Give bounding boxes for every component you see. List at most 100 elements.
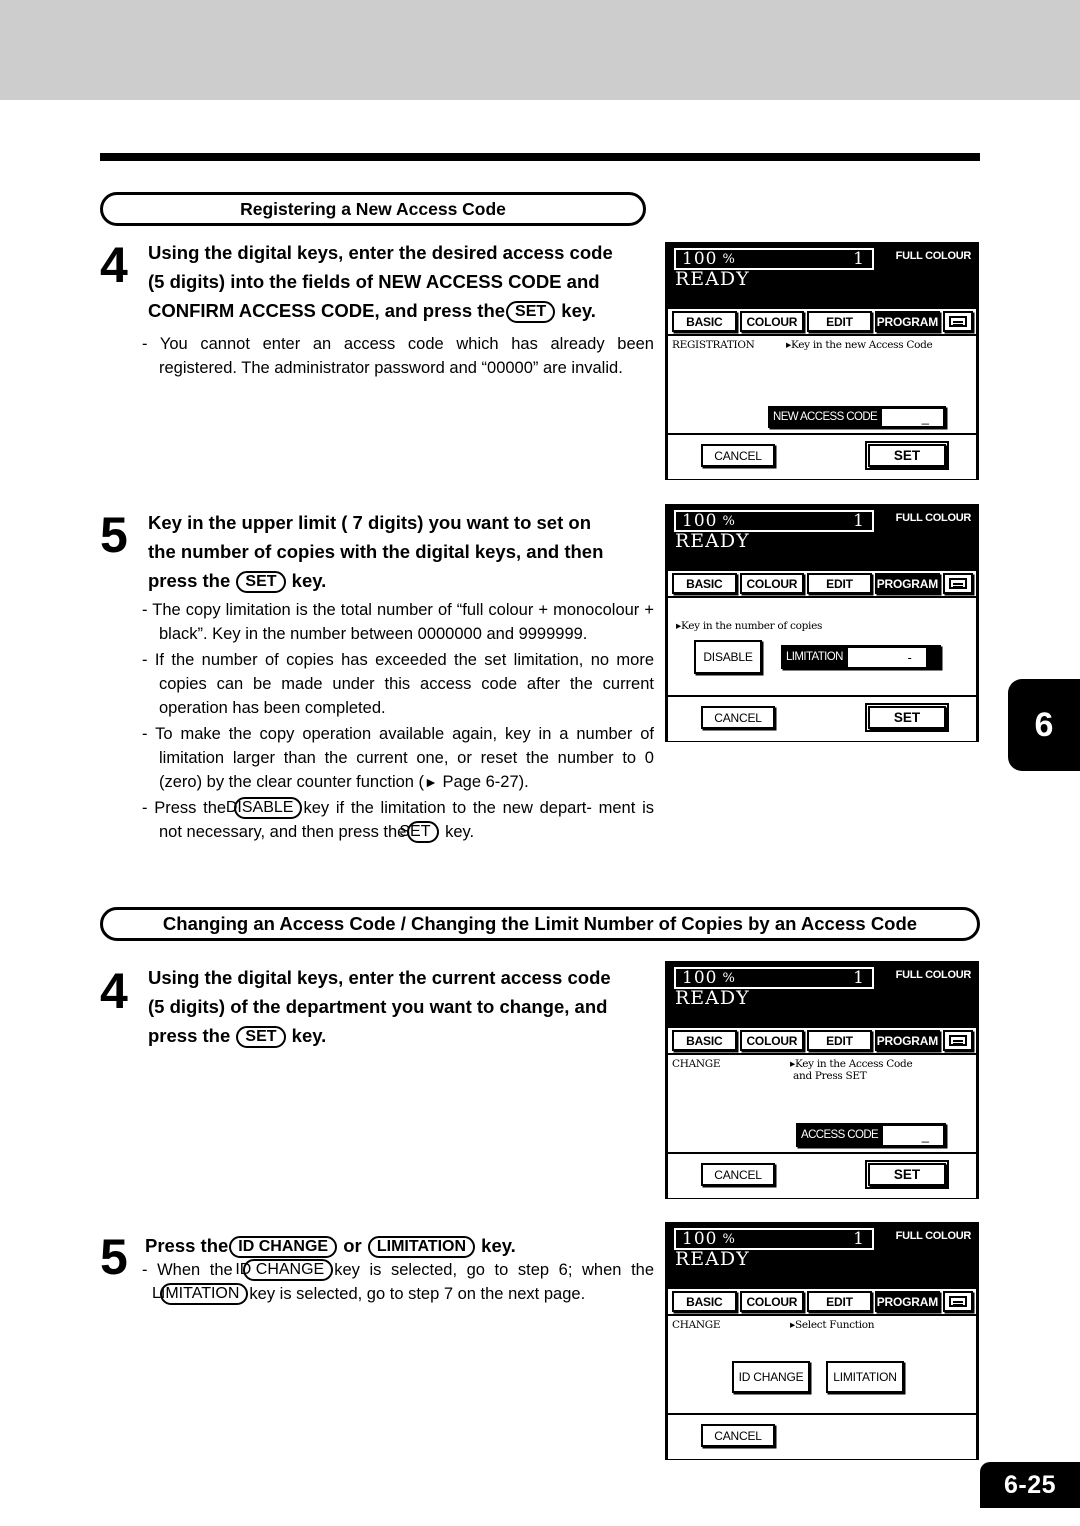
- field-new-access-code[interactable]: NEW ACCESS CODE _: [768, 406, 946, 428]
- step-5a-heading-line3-post: key.: [291, 570, 327, 591]
- field-limitation[interactable]: LIMITATION -: [781, 645, 941, 669]
- bullet-disable-post: key.: [445, 823, 475, 841]
- control-panel-icon: [949, 1035, 968, 1046]
- cancel-button[interactable]: CANCEL: [701, 444, 775, 467]
- step-5a-heading-line3-pre: press the: [148, 570, 231, 591]
- step-5b-body: - When the ID CHANGE key is selected, go …: [142, 1258, 654, 1308]
- bullet-pre: - When the: [142, 1261, 233, 1279]
- cancel-button[interactable]: CANCEL: [701, 1163, 775, 1186]
- set-button[interactable]: SET: [865, 1160, 949, 1189]
- tab-control-panel[interactable]: [943, 1291, 974, 1312]
- lcd-status-bar: 100 % 1 FULL COLOUR READY: [668, 964, 976, 1026]
- bullet-page-reference: - To make the copy operation available a…: [142, 722, 654, 794]
- section-title-changing: Changing an Access Code / Changing the L…: [100, 907, 980, 941]
- step-4a-body: - You cannot enter an access code which …: [142, 332, 654, 382]
- step-4b-heading-line2: (5 digits) of the department you want to…: [148, 996, 608, 1017]
- field-label: LIMITATION: [786, 651, 843, 663]
- copy-quantity-value: 1: [853, 968, 864, 988]
- copy-quantity-value: 1: [853, 511, 864, 531]
- tab-basic[interactable]: BASIC: [672, 311, 737, 332]
- tab-control-panel[interactable]: [943, 1030, 974, 1051]
- set-button[interactable]: SET: [865, 441, 949, 470]
- lcd-content-area: CHANGE ▸Key in the Access Code and Press…: [668, 1053, 976, 1198]
- bullet-mid3: key is selected, go to step 7 on the nex…: [249, 1285, 540, 1303]
- lcd-status-bar: 100 % 1 FULL COLOUR READY: [668, 245, 976, 307]
- set-key-callout: SET: [506, 301, 556, 323]
- tab-control-panel[interactable]: [943, 311, 974, 332]
- id-change-key-callout: ID CHANGE: [235, 1259, 334, 1281]
- tab-edit[interactable]: EDIT: [807, 573, 872, 594]
- id-change-button[interactable]: ID CHANGE: [732, 1361, 810, 1393]
- cancel-button[interactable]: CANCEL: [701, 706, 775, 729]
- bullet-mid2: the: [631, 1261, 654, 1279]
- zoom-ratio-value: 100: [682, 968, 718, 988]
- step-number-5a: 5: [100, 507, 128, 563]
- bullet-mid: key is selected, go to step 6; when: [334, 1261, 622, 1279]
- tab-program[interactable]: PROGRAM: [874, 1030, 941, 1051]
- id-change-key-callout: ID CHANGE: [229, 1236, 338, 1258]
- lcd-button-bar: CANCEL SET: [668, 433, 976, 479]
- tab-basic[interactable]: BASIC: [672, 1291, 737, 1312]
- tab-program[interactable]: PROGRAM: [874, 573, 941, 594]
- section-title-registering: Registering a New Access Code: [100, 192, 646, 226]
- lcd-mode-label: CHANGE: [672, 1319, 721, 1331]
- lcd-status-bar: 100 % 1 FULL COLOUR READY: [668, 507, 976, 569]
- set-button[interactable]: SET: [865, 703, 949, 732]
- bullet-post: page.: [543, 1285, 586, 1303]
- lcd-panel-registration: 100 % 1 FULL COLOUR READY BASIC COLOUR E…: [665, 242, 979, 480]
- zoom-ratio-value: 100: [682, 1229, 718, 1249]
- tab-colour[interactable]: COLOUR: [739, 573, 805, 594]
- step-4b-heading-line3-pre: press the: [148, 1025, 231, 1046]
- tab-colour[interactable]: COLOUR: [739, 1030, 805, 1051]
- tab-edit[interactable]: EDIT: [807, 1030, 872, 1051]
- tab-basic[interactable]: BASIC: [672, 573, 737, 594]
- tab-edit[interactable]: EDIT: [807, 1291, 872, 1312]
- zoom-ratio-box: 100 % 1: [674, 1228, 874, 1250]
- limitation-key-callout: LIMITATION: [367, 1236, 476, 1258]
- field-access-code[interactable]: ACCESS CODE _: [796, 1123, 946, 1147]
- field-value: _: [882, 408, 943, 426]
- tab-colour[interactable]: COLOUR: [739, 1291, 805, 1312]
- lcd-prompt-message: ▸Key in the number of copies: [676, 620, 823, 632]
- field-label: ACCESS CODE: [801, 1129, 879, 1141]
- zoom-ratio-box: 100 % 1: [674, 967, 874, 989]
- lcd-panel-change-code: 100 % 1 FULL COLOUR READY BASIC COLOUR E…: [665, 961, 979, 1199]
- tab-edit[interactable]: EDIT: [807, 311, 872, 332]
- step-4a-heading-line3: CONFIRM ACCESS CODE, and press the SET ke…: [148, 296, 648, 325]
- step-5b-heading-post: key.: [481, 1235, 516, 1256]
- step-4a-heading-line3-pre: CONFIRM ACCESS CODE, and press the: [148, 300, 506, 321]
- disable-key-callout: DISABLE: [226, 797, 303, 819]
- lcd-mode-label: REGISTRATION: [672, 339, 755, 351]
- field-label: NEW ACCESS CODE: [773, 411, 878, 423]
- bullet: - The copy limitation is the total numbe…: [142, 601, 654, 643]
- step-4a-heading-line3-post: key.: [561, 300, 596, 321]
- bullet: - If the number of copies has exceeded t…: [142, 651, 654, 717]
- control-panel-icon: [949, 578, 968, 589]
- zoom-ratio-box: 100 % 1: [674, 248, 874, 270]
- tab-colour[interactable]: COLOUR: [739, 311, 805, 332]
- tab-basic[interactable]: BASIC: [672, 1030, 737, 1051]
- arrow-right-icon: ►: [424, 774, 438, 790]
- step-4a-heading-line1: Using the digital keys, enter the desire…: [148, 242, 613, 263]
- tab-program[interactable]: PROGRAM: [874, 311, 941, 332]
- tab-program[interactable]: PROGRAM: [874, 1291, 941, 1312]
- control-panel-icon: [949, 1296, 968, 1307]
- percent-icon: %: [722, 970, 735, 986]
- step-5a-body: - The copy limitation is the total numbe…: [142, 598, 654, 846]
- tab-control-panel[interactable]: [943, 573, 974, 594]
- step-number-4b: 4: [100, 963, 128, 1019]
- step-5b-heading-line1: Press the ID CHANGE or LIMITATION key.: [145, 1231, 665, 1260]
- cancel-button[interactable]: CANCEL: [701, 1424, 775, 1447]
- field-value: _: [883, 1125, 943, 1145]
- disable-button[interactable]: DISABLE: [694, 640, 762, 674]
- lcd-status-bar: 100 % 1 FULL COLOUR READY: [668, 1225, 976, 1287]
- lcd-panel-select-function: 100 % 1 FULL COLOUR READY BASIC COLOUR E…: [665, 1222, 979, 1460]
- field-value: -: [847, 647, 926, 667]
- limitation-button[interactable]: LIMITATION: [826, 1361, 904, 1393]
- bullet-disable-mid: key if the limitation to the new depart-: [303, 799, 592, 817]
- bullet-id-change: - When the ID CHANGE key is selected, go …: [142, 1258, 654, 1306]
- lcd-panel-limitation: 100 % 1 FULL COLOUR READY BASIC COLOUR E…: [665, 504, 979, 742]
- lcd-button-bar: CANCEL SET: [668, 695, 976, 741]
- colour-mode-label: FULL COLOUR: [895, 1230, 972, 1242]
- lcd-button-bar: CANCEL: [668, 1413, 976, 1459]
